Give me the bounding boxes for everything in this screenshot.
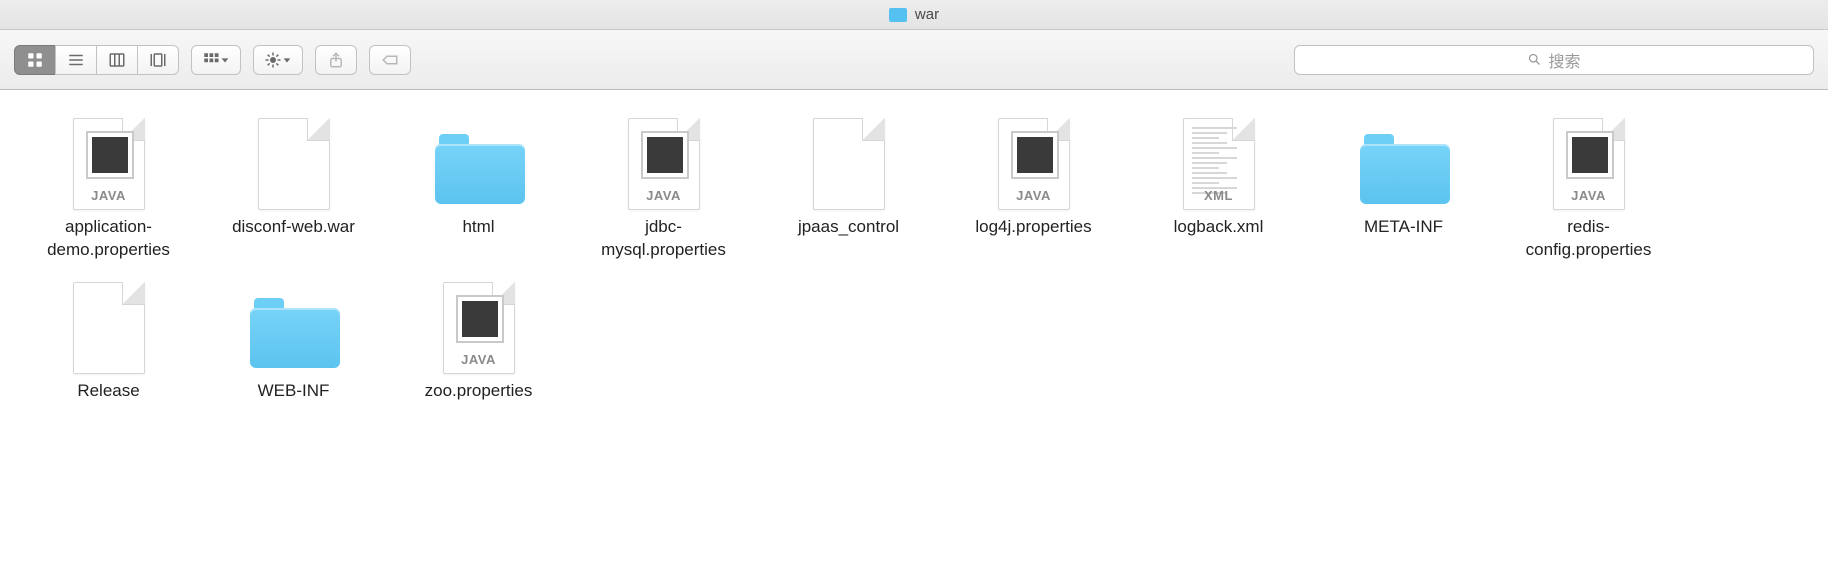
window-title: war bbox=[915, 6, 939, 23]
file-label: application- demo.properties bbox=[47, 216, 170, 264]
file-item[interactable]: JAVA log4j.properties bbox=[941, 100, 1126, 264]
file-item[interactable]: JAVA application- demo.properties bbox=[16, 100, 201, 264]
list-view-button[interactable] bbox=[55, 45, 97, 75]
file-item[interactable]: html bbox=[386, 100, 571, 264]
toolbar: 搜索 bbox=[0, 30, 1828, 90]
search-placeholder: 搜索 bbox=[1548, 48, 1580, 72]
generic-file-icon bbox=[250, 106, 338, 210]
file-item[interactable]: XML logback.xml bbox=[1126, 100, 1311, 264]
file-item[interactable]: Release bbox=[16, 264, 201, 428]
file-item[interactable]: jpaas_control bbox=[756, 100, 941, 264]
search-icon bbox=[1527, 52, 1542, 67]
file-item[interactable]: JAVA jdbc- mysql.properties bbox=[571, 100, 756, 264]
folder-icon bbox=[250, 270, 338, 374]
column-view-button[interactable] bbox=[96, 45, 138, 75]
file-item[interactable]: META-INF bbox=[1311, 100, 1496, 264]
file-item[interactable]: JAVA zoo.properties bbox=[386, 264, 571, 428]
search-field[interactable]: 搜索 bbox=[1294, 45, 1814, 75]
generic-file-icon bbox=[805, 106, 893, 210]
file-label: jdbc- mysql.properties bbox=[601, 216, 726, 264]
action-button[interactable] bbox=[253, 45, 303, 75]
file-label: jpaas_control bbox=[798, 216, 899, 264]
folder-icon bbox=[889, 8, 907, 22]
file-label: disconf-web.war bbox=[232, 216, 355, 264]
file-item[interactable]: disconf-web.war bbox=[201, 100, 386, 264]
icon-view-button[interactable] bbox=[14, 45, 56, 75]
file-label: WEB-INF bbox=[258, 380, 330, 428]
file-label: redis- config.properties bbox=[1526, 216, 1652, 264]
xml-file-icon: XML bbox=[1175, 106, 1263, 210]
arrange-button[interactable] bbox=[191, 45, 241, 75]
folder-icon bbox=[1360, 106, 1448, 210]
view-mode-group bbox=[14, 45, 179, 75]
java-file-icon: JAVA bbox=[620, 106, 708, 210]
file-label: logback.xml bbox=[1174, 216, 1264, 264]
file-label: log4j.properties bbox=[975, 216, 1091, 264]
java-file-icon: JAVA bbox=[990, 106, 1078, 210]
titlebar: war bbox=[0, 0, 1828, 30]
java-file-icon: JAVA bbox=[65, 106, 153, 210]
java-file-icon: JAVA bbox=[435, 270, 523, 374]
share-button[interactable] bbox=[315, 45, 357, 75]
content-area: JAVA application- demo.properties disconf-… bbox=[0, 90, 1828, 438]
gallery-view-button[interactable] bbox=[137, 45, 179, 75]
folder-icon bbox=[435, 106, 523, 210]
file-label: Release bbox=[77, 380, 139, 428]
file-grid: JAVA application- demo.properties disconf-… bbox=[16, 100, 1828, 428]
file-label: META-INF bbox=[1364, 216, 1443, 264]
generic-file-icon bbox=[65, 270, 153, 374]
tags-button[interactable] bbox=[369, 45, 411, 75]
file-item[interactable]: WEB-INF bbox=[201, 264, 386, 428]
file-label: html bbox=[462, 216, 494, 264]
file-label: zoo.properties bbox=[425, 380, 533, 428]
file-item[interactable]: JAVA redis- config.properties bbox=[1496, 100, 1681, 264]
java-file-icon: JAVA bbox=[1545, 106, 1633, 210]
